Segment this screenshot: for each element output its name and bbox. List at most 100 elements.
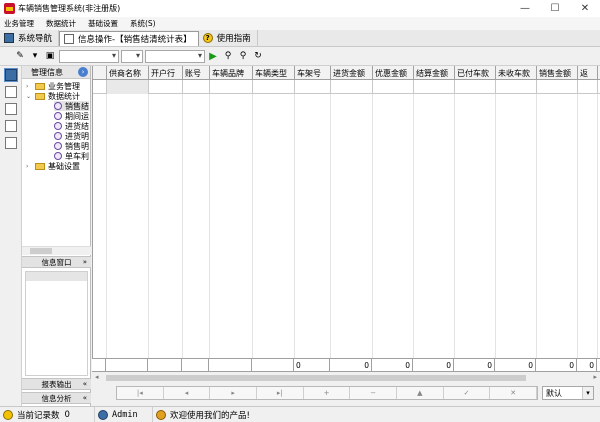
next-record-button[interactable]: ▸ [210, 387, 258, 399]
column-line [373, 94, 414, 358]
filter-operator-select[interactable] [121, 49, 143, 63]
table-cell[interactable] [331, 80, 373, 94]
prev-record-button[interactable]: ◂ [164, 387, 211, 399]
chevron-down-icon[interactable]: ▾ [582, 387, 593, 399]
report-leaf-icon [54, 122, 62, 130]
table-cell[interactable] [210, 80, 253, 94]
table-cell[interactable] [149, 80, 183, 94]
tree-node-period[interactable]: 期间运 [54, 111, 89, 121]
column-header[interactable]: 账号 [183, 66, 210, 80]
column-line [496, 94, 537, 358]
totals-cell [106, 359, 148, 371]
column-header[interactable]: 车架号 [295, 66, 331, 80]
run-query-icon[interactable]: ▶ [207, 50, 219, 62]
column-header[interactable]: 已付车款 [455, 66, 496, 80]
info-window-header[interactable]: 信息窗口 » [22, 256, 91, 268]
first-record-button[interactable]: |◂ [117, 387, 164, 399]
scrollbar-thumb[interactable] [106, 375, 526, 381]
navigation-icon [4, 33, 14, 43]
minimize-button[interactable]: — [510, 0, 540, 17]
column-header[interactable]: 销售金额 [537, 66, 578, 80]
post-record-button[interactable]: ✓ [444, 387, 491, 399]
tab-user-guide[interactable]: ? 使用指南 [199, 30, 258, 46]
column-header[interactable]: 优惠金额 [373, 66, 414, 80]
expand-icon[interactable]: › [26, 163, 33, 170]
table-cell[interactable] [578, 80, 598, 94]
refresh-icon[interactable]: ↻ [252, 50, 264, 62]
menu-statistics[interactable]: 数据统计 [46, 18, 76, 29]
scrollbar-thumb[interactable] [30, 248, 52, 254]
expand-icon[interactable]: › [26, 83, 33, 90]
edit-record-button[interactable]: ▲ [397, 387, 444, 399]
column-header[interactable]: 返 [578, 66, 598, 80]
table-cell[interactable] [414, 80, 455, 94]
diagram-module-icon[interactable] [5, 86, 17, 98]
tree-node-purchase-settlement[interactable]: 进货结 [54, 121, 89, 131]
report-module-icon[interactable] [5, 103, 17, 115]
totals-cell: 0 [294, 359, 330, 371]
info-analysis-header[interactable]: 信息分析 « [22, 392, 91, 404]
tree-node-basic-settings[interactable]: › 基础设置 [26, 161, 80, 171]
tree-node-sales-settlement[interactable]: 销售结 [54, 101, 89, 111]
table-cell[interactable] [373, 80, 414, 94]
table-cell[interactable] [253, 80, 295, 94]
totals-cell: 0 [495, 359, 536, 371]
tree-node-sales-detail[interactable]: 销售明 [54, 141, 89, 151]
report-export-header[interactable]: 报表输出 « [22, 378, 91, 390]
title-bar: 车辆销售管理系统(非注册版) — ☐ ✕ [0, 0, 600, 17]
menu-system[interactable]: 系统(S) [130, 18, 156, 29]
column-header[interactable]: 车辆品牌 [210, 66, 253, 80]
grid-horizontal-scrollbar[interactable]: ◂ ▸ [92, 373, 600, 383]
tree-node-purchase-detail[interactable]: 进货明 [54, 131, 89, 141]
menu-business[interactable]: 业务管理 [4, 18, 34, 29]
collapse-panel-icon[interactable]: › [78, 67, 88, 77]
tab-sales-settlement-report[interactable]: 信息操作-【销售结清统计表】 [59, 31, 199, 46]
maximize-button[interactable]: ☐ [540, 0, 570, 17]
delete-record-button[interactable]: − [350, 387, 398, 399]
column-header[interactable]: 供商名称 [107, 66, 149, 80]
tree-node-vehicle-profit[interactable]: 单车利 [54, 151, 89, 161]
table-cell[interactable] [496, 80, 537, 94]
tree-node-statistics[interactable]: ⌄ 数据统计 [26, 91, 80, 101]
view-mode-select[interactable]: 默认 ▾ [542, 386, 594, 400]
collapse-icon[interactable]: ⌄ [26, 93, 33, 100]
report-leaf-icon [54, 102, 62, 110]
folder-icon [35, 92, 45, 100]
close-button[interactable]: ✕ [570, 0, 600, 17]
column-header[interactable]: 车辆类型 [253, 66, 295, 80]
search-icon[interactable]: ⚲ [222, 50, 234, 62]
chevron-left-icon[interactable]: « [83, 380, 87, 388]
tree-node-business[interactable]: › 业务管理 [26, 81, 80, 91]
row-indicator[interactable] [93, 80, 107, 94]
table-cell[interactable] [295, 80, 331, 94]
advanced-search-icon[interactable]: ⚲ [237, 50, 249, 62]
table-row[interactable] [93, 80, 600, 94]
window-title: 车辆销售管理系统(非注册版) [18, 4, 121, 13]
save-icon[interactable]: ▣ [44, 50, 56, 62]
chevron-down-icon[interactable]: » [83, 258, 87, 266]
export-module-icon[interactable] [5, 120, 17, 132]
last-record-button[interactable]: ▸| [257, 387, 304, 399]
chevron-left-icon[interactable]: « [83, 394, 87, 402]
management-module-icon[interactable] [4, 68, 18, 82]
tab-system-navigation[interactable]: 系统导航 [0, 30, 60, 46]
column-header[interactable]: 开户行 [149, 66, 183, 80]
cancel-record-button[interactable]: ✕ [490, 387, 538, 399]
column-header[interactable]: 结算金额 [414, 66, 455, 80]
filter-value-select[interactable] [145, 49, 205, 63]
table-cell[interactable] [537, 80, 578, 94]
menu-basic-settings[interactable]: 基础设置 [88, 18, 118, 29]
column-header[interactable]: 未收车款 [496, 66, 537, 80]
scroll-left-icon[interactable]: ◂ [95, 373, 99, 381]
scroll-right-icon[interactable]: ▸ [593, 373, 597, 381]
table-cell[interactable] [183, 80, 210, 94]
table-cell[interactable] [455, 80, 496, 94]
nav-horizontal-scrollbar[interactable] [22, 246, 91, 255]
add-record-button[interactable]: + [304, 387, 351, 399]
table-cell[interactable] [107, 80, 149, 94]
dropdown-arrow-icon[interactable]: ▾ [29, 50, 41, 62]
trash-module-icon[interactable] [5, 137, 17, 149]
edit-pencil-icon[interactable]: ✎ [14, 50, 26, 62]
column-header[interactable]: 进货金额 [331, 66, 373, 80]
filter-field-select[interactable] [59, 49, 119, 63]
